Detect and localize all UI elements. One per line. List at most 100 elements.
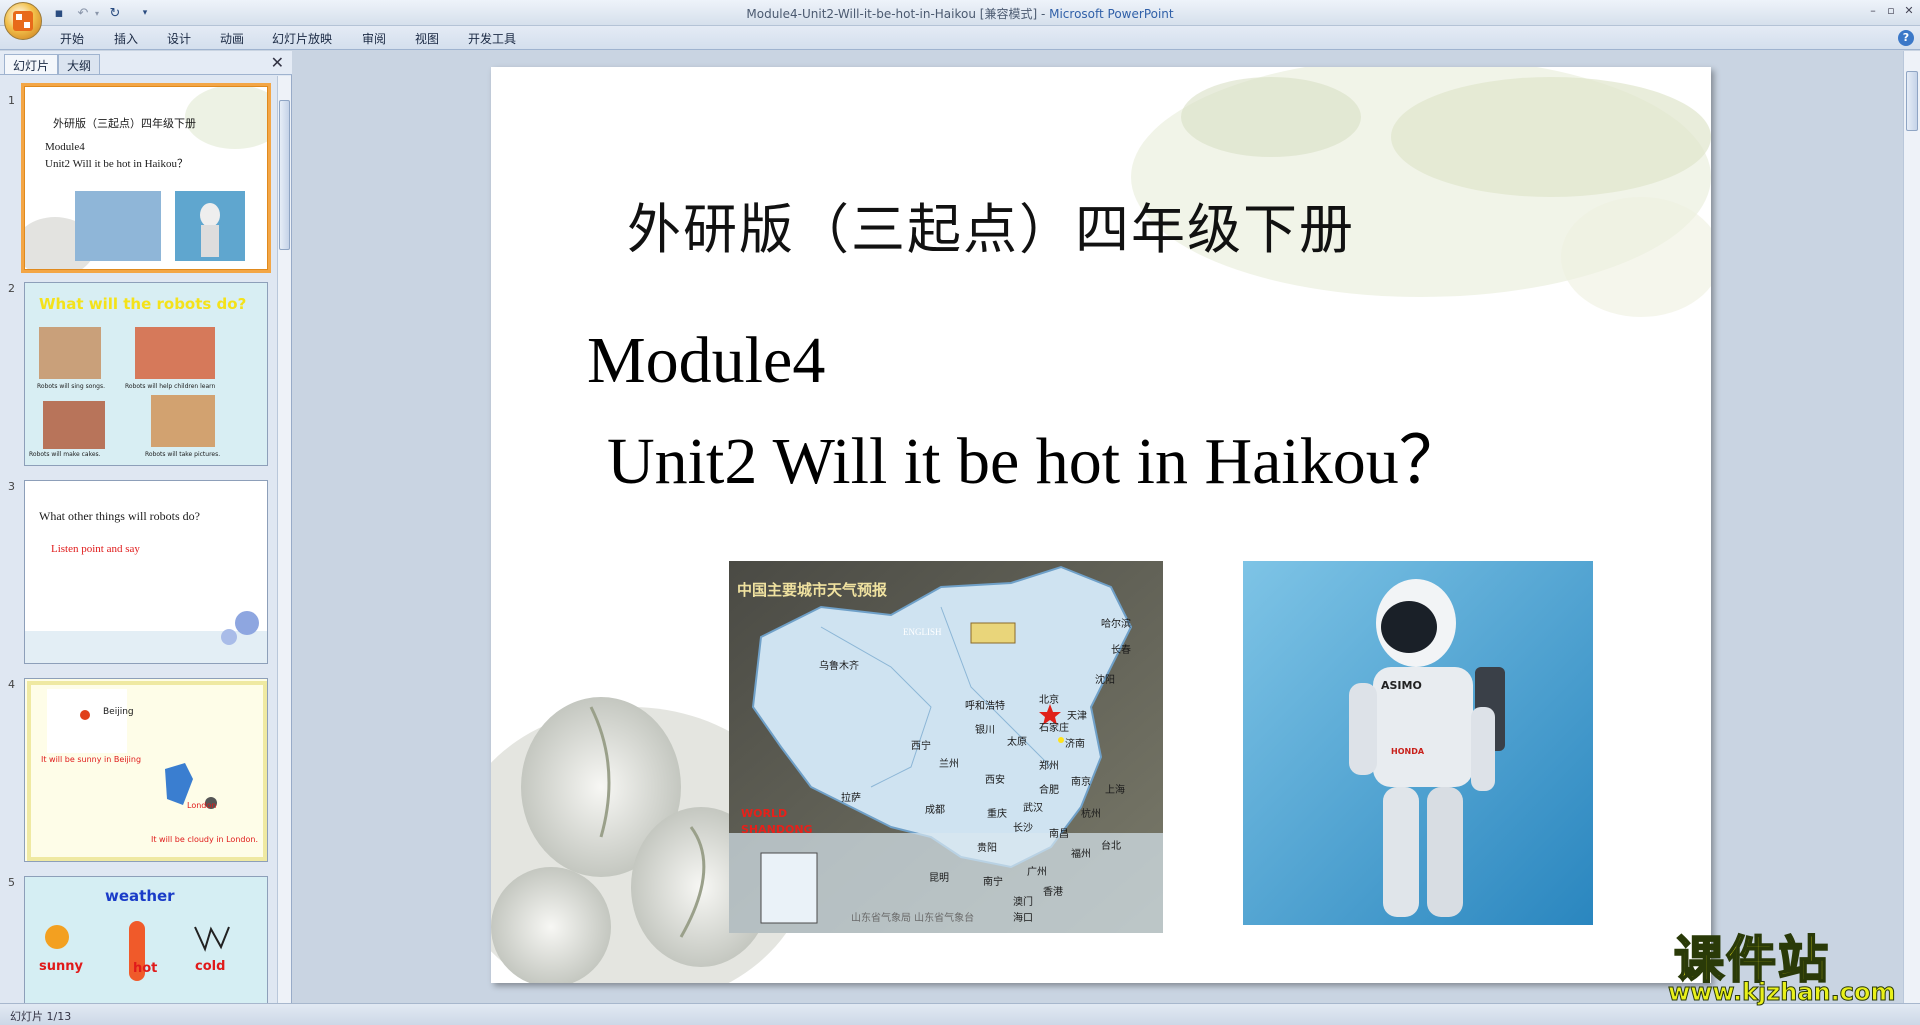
- map-english-label: ENGLISH: [903, 627, 942, 637]
- slide-thumbnail-5[interactable]: weather sunny hot cold: [24, 876, 268, 1003]
- city-label: 兰州: [939, 759, 959, 770]
- watermark-url: www.kjzhan.com: [1667, 978, 1896, 1007]
- slide-unit[interactable]: Unit2 Will it be hot in Haikou？: [607, 407, 1465, 503]
- city-label: 台北: [1101, 841, 1121, 852]
- thumb2-caption-2: Robots will help children learn: [125, 383, 216, 390]
- city-label: 昆明: [929, 873, 949, 884]
- thumbnail-list: 1 外研版（三起点）四年级下册 Module4 Unit2 Will it be…: [0, 76, 276, 1003]
- panel-tabs: 幻灯片 大纲 ✕: [0, 51, 292, 75]
- slides-panel: 幻灯片 大纲 ✕ 1 外研版（三起点）四年级下册 Module4 Unit2 W…: [0, 51, 292, 1003]
- thumb2-caption-4: Robots will take pictures.: [145, 451, 221, 458]
- thumb1-module: Module4: [45, 141, 85, 153]
- city-label: 南宁: [983, 877, 1003, 888]
- map-shandong-link: SHANDONG: [741, 823, 813, 836]
- robot-label: ASIMO: [1381, 679, 1422, 692]
- city-label: 南京: [1071, 777, 1091, 788]
- tab-view[interactable]: 视图: [415, 30, 439, 47]
- city-label: 长春: [1111, 645, 1131, 656]
- status-bar: 幻灯片 1/13: [0, 1003, 1920, 1025]
- editor-scroll-thumb[interactable]: [1906, 71, 1918, 131]
- editor-scrollbar[interactable]: [1903, 51, 1920, 1003]
- city-label: 广州: [1027, 867, 1047, 878]
- city-label: 银川: [975, 725, 995, 736]
- tab-insert[interactable]: 插入: [114, 30, 138, 47]
- office-logo-icon: [13, 11, 33, 31]
- help-icon[interactable]: ?: [1898, 30, 1914, 46]
- slide-number: 1: [8, 94, 15, 107]
- map-footer: 山东省气象局 山东省气象台: [851, 913, 975, 924]
- thumb5-sunny: sunny: [39, 959, 83, 974]
- thumb4-cloudy-caption: It will be cloudy in London.: [151, 835, 258, 844]
- window-title: Module4-Unit2-Will-it-be-hot-in-Haikou […: [0, 5, 1920, 22]
- city-label: 呼和浩特: [965, 701, 1005, 712]
- thumbnail-scroll-thumb[interactable]: [279, 100, 290, 250]
- tab-review[interactable]: 审阅: [362, 30, 386, 47]
- close-panel-icon[interactable]: ✕: [271, 53, 284, 72]
- city-label: 北京: [1039, 695, 1059, 706]
- thumb3-subtitle: Listen point and say: [51, 543, 140, 555]
- close-icon[interactable]: ✕: [1898, 3, 1920, 19]
- map-header: 中国主要城市天气预报: [737, 581, 888, 599]
- map-world-link: WORLD: [741, 807, 788, 820]
- thumb2-caption-1: Robots will sing songs.: [37, 383, 106, 390]
- city-label: 成都: [925, 805, 945, 816]
- slide-number: 2: [8, 282, 15, 295]
- slide-thumbnail-4[interactable]: Beijing It will be sunny in Beijing Lond…: [24, 678, 268, 862]
- ribbon-tabs: 开始 插入 设计 动画 幻灯片放映 审阅 视图 开发工具 ?: [0, 26, 1920, 50]
- tab-slides[interactable]: 幻灯片: [4, 54, 59, 74]
- city-label: 西宁: [911, 741, 931, 752]
- thumb2-caption-3: Robots will make cakes.: [29, 451, 101, 458]
- tab-outline[interactable]: 大纲: [58, 54, 101, 74]
- document-name: Module4-Unit2-Will-it-be-hot-in-Haikou […: [746, 7, 1038, 21]
- thumb5-cold: cold: [195, 959, 226, 974]
- city-label: 武汉: [1023, 803, 1043, 814]
- slide-thumbnail-1[interactable]: 外研版（三起点）四年级下册 Module4 Unit2 Will it be h…: [21, 83, 271, 273]
- slide-thumbnail-3[interactable]: What other things will robots do? Listen…: [24, 480, 268, 664]
- slide-thumbnail-2[interactable]: What will the robots do? Robots will sin…: [24, 282, 268, 466]
- current-slide[interactable]: 外研版（三起点）四年级下册 Module4 Unit2 Will it be h…: [491, 67, 1711, 983]
- thumb3-title: What other things will robots do?: [39, 509, 200, 523]
- city-label: 拉萨: [841, 793, 861, 804]
- city-label: 天津: [1067, 711, 1087, 722]
- city-label: 长沙: [1013, 823, 1033, 834]
- city-label: 石家庄: [1039, 723, 1069, 734]
- thumb4-london: London: [187, 801, 217, 810]
- city-label: 沈阳: [1095, 675, 1115, 686]
- thumb5-hot: hot: [133, 961, 158, 976]
- city-label: 杭州: [1081, 809, 1101, 820]
- slide-module[interactable]: Module4: [587, 323, 825, 399]
- slide-number: 3: [8, 480, 15, 493]
- thumb1-unit: Unit2 Will it be hot in Haikou？: [45, 158, 188, 170]
- city-label: 太原: [1007, 737, 1027, 748]
- slide-number: 4: [8, 678, 15, 691]
- thumb2-title: What will the robots do?: [39, 295, 247, 313]
- watermark: 课件站 www.kjzhan.com: [1660, 920, 1910, 1010]
- slide-editor: 外研版（三起点）四年级下册 Module4 Unit2 Will it be h…: [293, 51, 1902, 1003]
- slide-counter: 幻灯片 1/13: [10, 1010, 72, 1023]
- city-label: 上海: [1105, 785, 1125, 796]
- thumb1-title: 外研版（三起点）四年级下册: [53, 117, 196, 130]
- tab-animations[interactable]: 动画: [220, 30, 244, 47]
- city-label: 海口: [1013, 913, 1033, 924]
- office-button[interactable]: [4, 2, 42, 40]
- tab-slide-show[interactable]: 幻灯片放映: [272, 30, 332, 47]
- city-label: 济南: [1065, 739, 1085, 750]
- city-label: 哈尔滨: [1101, 619, 1131, 630]
- title-separator: -: [1037, 7, 1050, 21]
- tab-home[interactable]: 开始: [60, 30, 84, 47]
- city-label: 南昌: [1049, 829, 1069, 840]
- title-bar: ▪ ↶ ▾ ↻ ▾ Module4-Unit2-Will-it-be-hot-i…: [0, 0, 1920, 40]
- city-label: 重庆: [987, 809, 1007, 820]
- slide-title[interactable]: 外研版（三起点）四年级下册: [627, 185, 1355, 264]
- thumbnail-scrollbar[interactable]: [277, 76, 291, 1003]
- city-label: 澳门: [1013, 897, 1033, 908]
- city-label: 合肥: [1039, 785, 1059, 796]
- city-label: 郑州: [1039, 761, 1059, 772]
- tab-developer[interactable]: 开发工具: [468, 30, 516, 47]
- robot-brand: HONDA: [1391, 747, 1425, 756]
- thumb5-title: weather: [105, 887, 175, 905]
- city-label: 福州: [1071, 849, 1091, 860]
- city-label: 香港: [1043, 887, 1063, 898]
- thumb4-beijing: Beijing: [103, 707, 134, 717]
- tab-design[interactable]: 设计: [167, 30, 191, 47]
